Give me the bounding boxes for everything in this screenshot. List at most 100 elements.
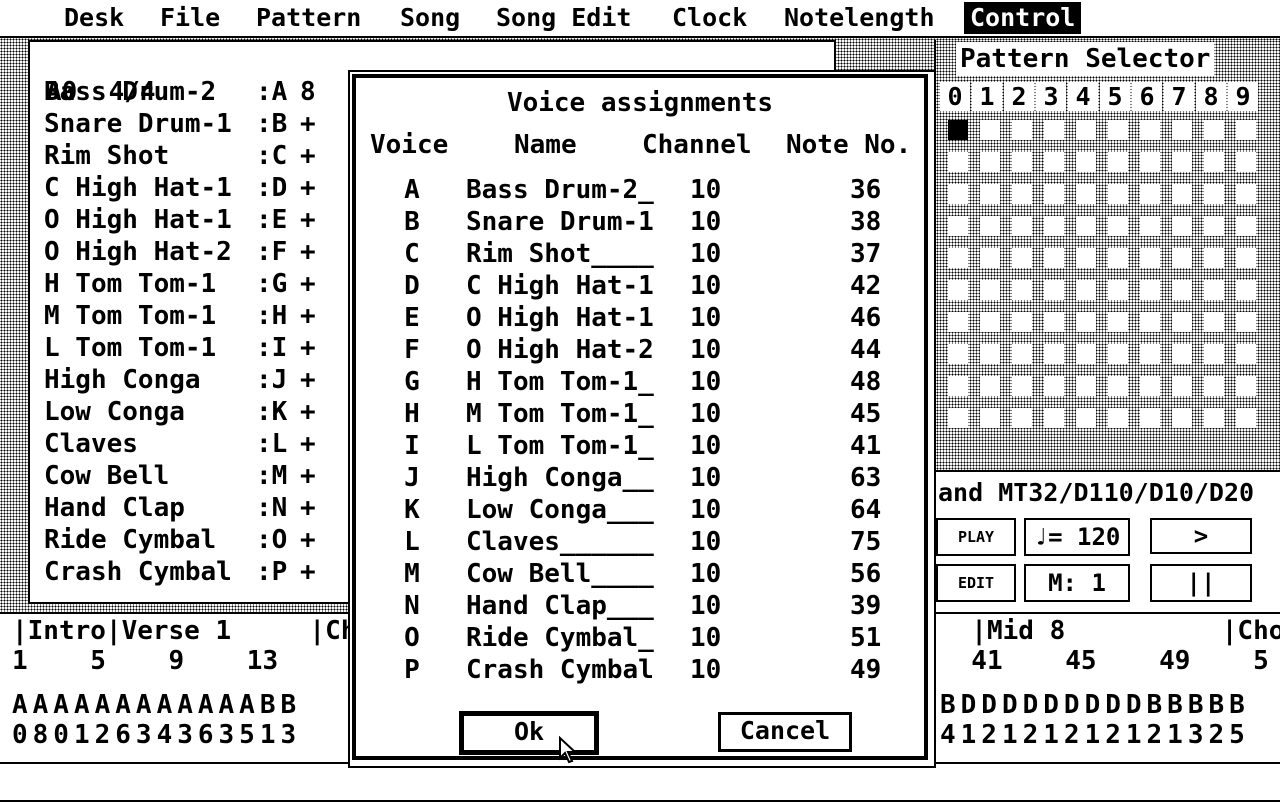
voice-name-field[interactable]: High Conga__ xyxy=(466,462,654,494)
pattern-cell[interactable] xyxy=(1204,120,1224,140)
channel-field[interactable]: 10 xyxy=(690,590,721,622)
pattern-cell[interactable] xyxy=(1140,312,1160,332)
note-number-field[interactable]: 45 xyxy=(850,398,881,430)
pattern-cell[interactable] xyxy=(980,152,1000,172)
note-number-field[interactable]: 51 xyxy=(850,622,881,654)
channel-field[interactable]: 10 xyxy=(690,398,721,430)
pattern-cell[interactable] xyxy=(1076,216,1096,236)
voice-name-field[interactable]: Claves______ xyxy=(466,526,654,558)
pause-button[interactable]: || xyxy=(1150,564,1252,602)
note-number-field[interactable]: 44 xyxy=(850,334,881,366)
note-number-field[interactable]: 38 xyxy=(850,206,881,238)
channel-field[interactable]: 10 xyxy=(690,206,721,238)
note-number-field[interactable]: 48 xyxy=(850,366,881,398)
voice-name-field[interactable]: Ride Cymbal_ xyxy=(466,622,654,654)
pattern-cell[interactable] xyxy=(1108,216,1128,236)
pattern-cell[interactable] xyxy=(1012,248,1032,268)
pattern-cell[interactable] xyxy=(948,312,968,332)
pattern-cell[interactable] xyxy=(1044,184,1064,204)
pattern-cell[interactable] xyxy=(1012,184,1032,204)
menu-song[interactable]: Song xyxy=(394,2,466,34)
note-number-field[interactable]: 56 xyxy=(850,558,881,590)
voice-name-field[interactable]: Bass Drum-2_ xyxy=(466,174,654,206)
voice-name-field[interactable]: O High Hat-2 xyxy=(466,334,654,366)
pattern-cell[interactable] xyxy=(1044,280,1064,300)
pattern-cell[interactable] xyxy=(1140,248,1160,268)
pattern-cell[interactable] xyxy=(1172,152,1192,172)
song-patterns-right-top[interactable]: BDDDDDDDDDBBBBB xyxy=(940,690,1250,720)
pattern-cell[interactable] xyxy=(1236,376,1256,396)
voice-name-field[interactable]: H Tom Tom-1_ xyxy=(466,366,654,398)
pattern-cell[interactable] xyxy=(1140,408,1160,428)
pattern-cell[interactable] xyxy=(1076,408,1096,428)
pattern-cell[interactable] xyxy=(1172,120,1192,140)
pattern-cell[interactable] xyxy=(1044,216,1064,236)
pattern-cell[interactable] xyxy=(1108,120,1128,140)
voice-name-field[interactable]: Snare Drum-1 xyxy=(466,206,654,238)
pattern-cell[interactable] xyxy=(1236,152,1256,172)
tempo-display[interactable]: ♩= 120 xyxy=(1024,518,1130,556)
pattern-cell[interactable] xyxy=(1108,376,1128,396)
pattern-cell[interactable] xyxy=(1108,408,1128,428)
pattern-cell[interactable] xyxy=(1012,376,1032,396)
channel-field[interactable]: 10 xyxy=(690,430,721,462)
pattern-cell[interactable] xyxy=(1076,152,1096,172)
pattern-cell[interactable] xyxy=(1044,376,1064,396)
pattern-cell[interactable] xyxy=(1108,152,1128,172)
pattern-cell[interactable] xyxy=(1172,376,1192,396)
pattern-cell[interactable] xyxy=(1236,184,1256,204)
pattern-cell[interactable] xyxy=(1172,248,1192,268)
voice-name-field[interactable]: Crash Cymbal xyxy=(466,654,654,686)
pattern-cell[interactable] xyxy=(1140,184,1160,204)
pattern-cell[interactable] xyxy=(948,376,968,396)
note-number-field[interactable]: 42 xyxy=(850,270,881,302)
pattern-cell[interactable] xyxy=(1012,216,1032,236)
pattern-cell[interactable] xyxy=(948,408,968,428)
pattern-cell[interactable] xyxy=(1236,280,1256,300)
note-number-field[interactable]: 39 xyxy=(850,590,881,622)
pattern-cell[interactable] xyxy=(1076,184,1096,204)
pattern-cell[interactable] xyxy=(980,184,1000,204)
pattern-cell[interactable] xyxy=(980,376,1000,396)
pattern-cell[interactable] xyxy=(948,184,968,204)
pattern-cell[interactable] xyxy=(1236,408,1256,428)
pattern-cell[interactable] xyxy=(1108,312,1128,332)
pattern-cell[interactable] xyxy=(980,216,1000,236)
pattern-cell[interactable] xyxy=(980,408,1000,428)
pattern-cell[interactable] xyxy=(980,312,1000,332)
pattern-cell[interactable] xyxy=(1204,184,1224,204)
forward-button[interactable]: > xyxy=(1150,518,1252,554)
channel-field[interactable]: 10 xyxy=(690,558,721,590)
pattern-cell[interactable] xyxy=(1044,248,1064,268)
pattern-cell[interactable] xyxy=(980,280,1000,300)
pattern-cell[interactable] xyxy=(1172,184,1192,204)
pattern-cell[interactable] xyxy=(1140,216,1160,236)
pattern-cell[interactable] xyxy=(1204,248,1224,268)
pattern-cell[interactable] xyxy=(1204,344,1224,364)
pattern-cell[interactable] xyxy=(1108,184,1128,204)
pattern-cell[interactable] xyxy=(1204,152,1224,172)
pattern-cell[interactable] xyxy=(1204,408,1224,428)
pattern-cell[interactable] xyxy=(1236,216,1256,236)
voice-name-field[interactable]: Hand Clap___ xyxy=(466,590,654,622)
pattern-cell[interactable] xyxy=(980,120,1000,140)
channel-field[interactable]: 10 xyxy=(690,302,721,334)
song-patterns-right-bottom[interactable]: 412121212121325 xyxy=(940,720,1250,750)
pattern-cell[interactable] xyxy=(1236,248,1256,268)
pattern-cell[interactable] xyxy=(1044,120,1064,140)
voice-name-field[interactable]: Low Conga___ xyxy=(466,494,654,526)
note-number-field[interactable]: 49 xyxy=(850,654,881,686)
voice-name-field[interactable]: Rim Shot____ xyxy=(466,238,654,270)
voice-name-field[interactable]: L Tom Tom-1_ xyxy=(466,430,654,462)
edit-button[interactable]: EDIT xyxy=(936,564,1016,602)
pattern-cell[interactable] xyxy=(1140,280,1160,300)
pattern-cell[interactable] xyxy=(1076,248,1096,268)
pattern-cell[interactable] xyxy=(1108,280,1128,300)
cancel-button[interactable]: Cancel xyxy=(718,712,852,752)
note-number-field[interactable]: 75 xyxy=(850,526,881,558)
pattern-cell[interactable] xyxy=(1172,216,1192,236)
pattern-cell[interactable] xyxy=(1172,408,1192,428)
pattern-cell[interactable] xyxy=(1172,312,1192,332)
pattern-cell[interactable] xyxy=(1236,120,1256,140)
pattern-cell[interactable] xyxy=(1012,152,1032,172)
